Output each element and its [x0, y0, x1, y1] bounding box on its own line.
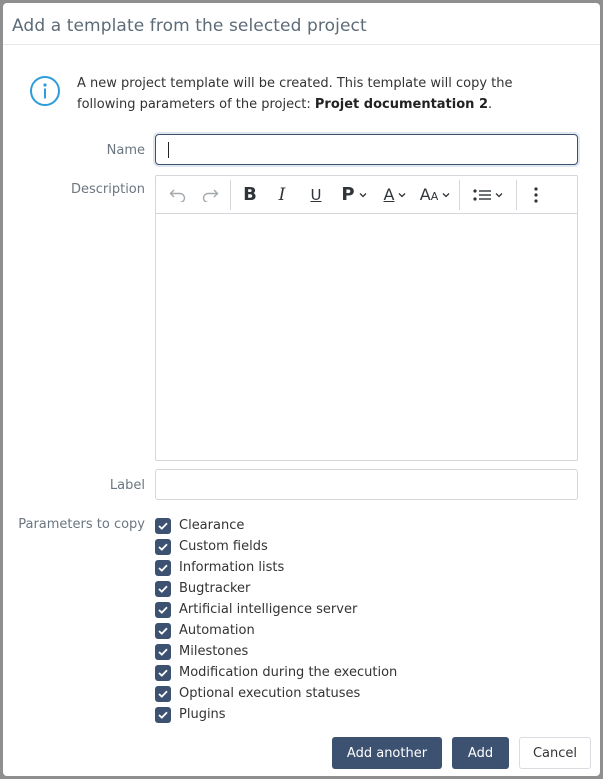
- toolbar-divider: [516, 179, 517, 210]
- paragraph-dropdown[interactable]: P: [333, 180, 375, 210]
- parameter-option[interactable]: Automation: [155, 620, 397, 641]
- parameter-option-label: Milestones: [179, 644, 249, 659]
- paragraph-icon: P: [341, 184, 355, 205]
- checkmark-icon: [158, 543, 168, 551]
- text-caret: [168, 142, 169, 158]
- bulleted-list-icon: [473, 188, 491, 201]
- italic-button[interactable]: I: [265, 180, 299, 210]
- project-name: Projet documentation 2: [314, 97, 488, 112]
- checkbox[interactable]: [155, 706, 171, 723]
- checkbox[interactable]: [155, 643, 171, 660]
- chevron-down-icon: [399, 192, 406, 197]
- parameters-label: Parameters to copy: [18, 517, 145, 532]
- bold-button[interactable]: B: [235, 180, 265, 210]
- dialog-title: Add a template from the selected project: [12, 16, 367, 36]
- checkbox[interactable]: [155, 685, 171, 702]
- label-input[interactable]: [155, 469, 578, 500]
- underline-icon: U: [310, 185, 322, 204]
- checkbox[interactable]: [155, 559, 171, 576]
- parameter-option[interactable]: Custom fields: [155, 536, 397, 557]
- toolbar-divider: [459, 179, 460, 210]
- parameter-option[interactable]: Clearance: [155, 515, 397, 536]
- more-button[interactable]: [521, 180, 551, 210]
- font-size-dropdown[interactable]: AA: [415, 180, 455, 210]
- font-size-icon: AA: [419, 185, 439, 204]
- name-label: Name: [106, 143, 145, 158]
- parameter-option[interactable]: Modification during the execution: [155, 662, 397, 683]
- undo-icon: [169, 189, 186, 202]
- checkbox[interactable]: [155, 580, 171, 597]
- description-label: Description: [70, 182, 145, 197]
- parameter-option[interactable]: Bugtracker: [155, 578, 397, 599]
- underline-button[interactable]: U: [299, 180, 333, 210]
- chevron-down-icon: [495, 192, 503, 197]
- bold-icon: B: [243, 184, 257, 205]
- parameter-option[interactable]: Plugins: [155, 704, 397, 725]
- redo-button[interactable]: [194, 180, 226, 210]
- parameter-option-label: Bugtracker: [179, 581, 251, 596]
- undo-button[interactable]: [162, 180, 194, 210]
- font-color-icon: A: [383, 185, 395, 204]
- parameter-option[interactable]: Optional execution statuses: [155, 683, 397, 704]
- parameter-option-label: Plugins: [179, 707, 226, 722]
- checkmark-icon: [158, 606, 168, 614]
- parameter-option-label: Artificial intelligence server: [179, 602, 358, 617]
- parameters-checklist: Clearance Custom fields Information lists B…: [155, 515, 397, 725]
- dialog-header: Add a template from the selected project: [3, 3, 600, 45]
- checkbox[interactable]: [155, 601, 171, 618]
- checkmark-icon: [158, 711, 168, 719]
- parameter-option[interactable]: Information lists: [155, 557, 397, 578]
- add-button[interactable]: Add: [452, 737, 509, 769]
- parameter-option-label: Clearance: [179, 518, 245, 533]
- checkbox[interactable]: [155, 622, 171, 639]
- chevron-down-icon: [359, 192, 367, 197]
- name-input[interactable]: [155, 134, 578, 165]
- checkbox[interactable]: [155, 517, 171, 534]
- italic-icon: I: [278, 184, 286, 205]
- checkmark-icon: [158, 564, 168, 572]
- font-color-dropdown[interactable]: A: [375, 180, 415, 210]
- editor-toolbar: B I U P A AA: [156, 176, 577, 214]
- info-circle-icon: [30, 76, 60, 106]
- chevron-down-icon: [442, 192, 450, 197]
- parameter-option-label: Optional execution statuses: [179, 686, 361, 701]
- add-another-button[interactable]: Add another: [332, 737, 442, 769]
- info-message: A new project template will be created. …: [29, 73, 569, 115]
- parameter-option-label: Automation: [179, 623, 255, 638]
- cancel-button[interactable]: Cancel: [519, 737, 591, 769]
- more-vertical-icon: [534, 186, 538, 203]
- add-template-dialog: Add a template from the selected project…: [3, 3, 600, 776]
- checkmark-icon: [158, 522, 168, 530]
- checkmark-icon: [158, 648, 168, 656]
- toolbar-divider: [230, 179, 231, 210]
- editor-content-area[interactable]: [156, 214, 577, 460]
- info-text: A new project template will be created. …: [77, 73, 569, 115]
- list-dropdown[interactable]: [464, 180, 512, 210]
- checkmark-icon: [158, 585, 168, 593]
- parameter-option[interactable]: Milestones: [155, 641, 397, 662]
- description-editor[interactable]: B I U P A AA: [155, 175, 578, 461]
- parameter-option-label: Modification during the execution: [179, 665, 398, 680]
- checkmark-icon: [158, 669, 168, 677]
- checkbox[interactable]: [155, 664, 171, 681]
- parameter-option[interactable]: Artificial intelligence server: [155, 599, 397, 620]
- parameter-option-label: Information lists: [179, 560, 285, 575]
- redo-icon: [202, 189, 219, 202]
- parameter-option-label: Custom fields: [179, 539, 268, 554]
- info-text-suffix: .: [488, 97, 493, 112]
- checkmark-icon: [158, 690, 168, 698]
- label-field-label: Label: [109, 478, 145, 493]
- checkbox[interactable]: [155, 538, 171, 555]
- checkmark-icon: [158, 627, 168, 635]
